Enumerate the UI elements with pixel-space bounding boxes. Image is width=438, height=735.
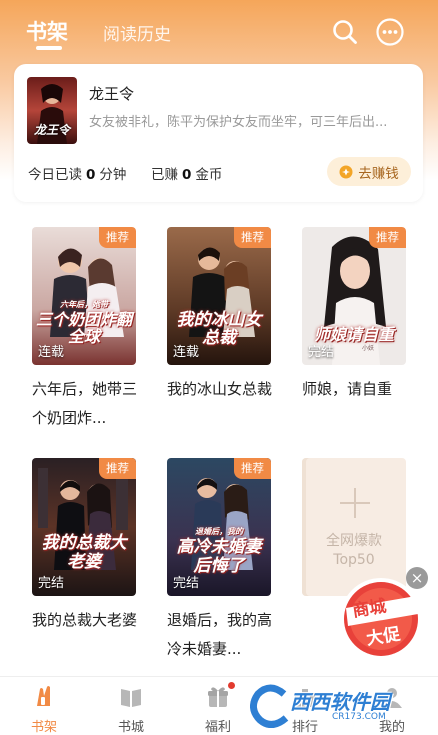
plus-icon — [340, 488, 370, 518]
book-cover-author: 小妖 — [362, 345, 375, 352]
book-cover-title: 三个奶团炸翻全球 — [36, 310, 133, 346]
tab-bookshelf[interactable]: 书架 — [26, 16, 68, 46]
today-read-stat: 今日已读 0 分钟 — [28, 163, 126, 183]
coin-icon — [339, 165, 353, 178]
nav-item-welfare[interactable]: 福利 — [188, 677, 248, 735]
earned-coins: 0 — [182, 167, 192, 183]
top50-sublabel: Top50 — [333, 552, 375, 568]
book-cover-title: 高冷未婚妻后悔了 — [176, 537, 262, 576]
nav-item-bookstore[interactable]: 书城 — [101, 677, 161, 735]
current-book-cover[interactable]: 龙王令 — [27, 77, 77, 144]
watermark-text: 西西软件园 — [290, 690, 390, 714]
watermark-url: CR173.COM — [332, 712, 386, 722]
promo-line2: 大促 — [365, 624, 402, 650]
gift-icon — [208, 687, 228, 707]
earned-unit: 金币 — [195, 167, 223, 183]
book-cover-subtitle: 退婚后，我的 — [195, 527, 243, 536]
nav-label: 福利 — [204, 720, 231, 735]
bookshelf-icon — [37, 686, 50, 706]
watermark: 西西软件园 CR173.COM — [250, 684, 436, 732]
recommend-badge: 推荐 — [234, 458, 271, 479]
book-title: 我的冰山女总裁 — [167, 380, 273, 398]
active-tab-indicator — [36, 46, 62, 50]
recommend-badge: 推荐 — [234, 227, 271, 248]
serial-status-label: 完结 — [38, 576, 65, 591]
promo-line1: 商城 — [351, 596, 388, 622]
serial-status-label: 完结 — [308, 345, 335, 360]
book-title: 我的总裁大老婆 — [32, 611, 138, 629]
more-options-icon[interactable] — [376, 18, 404, 46]
recommend-badge: 推荐 — [99, 227, 136, 248]
book-cover-title: 我的总裁大老婆 — [41, 533, 127, 572]
today-read-label: 今日已读 — [28, 167, 82, 183]
earn-money-button[interactable]: 去赚钱 — [327, 157, 411, 186]
current-book-cover-title: 龙王令 — [33, 123, 70, 137]
book-icon — [121, 689, 141, 707]
continue-reading-card[interactable]: 龙王令 龙王令 女友被非礼，陈平为保护女友而坐牢，可三年后出... 今日已读 0 分… — [14, 64, 423, 202]
today-read-minutes: 0 — [86, 167, 96, 183]
current-book-description: 女友被非礼，陈平为保护女友而坐牢，可三年后出... — [89, 115, 388, 130]
book-title: 退婚后，我的高冷未婚妻... — [167, 611, 273, 658]
book-cover[interactable]: 师娘请自重 小妖 推荐 完结 — [302, 227, 406, 365]
nav-label: 书架 — [30, 720, 57, 735]
book-cover[interactable]: 退婚后，我的 高冷未婚妻后悔了 推荐 完结 — [167, 458, 271, 596]
today-read-unit: 分钟 — [99, 167, 127, 183]
close-icon[interactable]: × — [406, 567, 428, 589]
book-title: 师娘，请自重 — [302, 380, 393, 398]
recommend-badge: 推荐 — [369, 227, 406, 248]
nav-label: 书城 — [117, 720, 144, 735]
notification-dot — [228, 682, 235, 689]
book-cover-subtitle: 六年后，她带 — [60, 300, 108, 309]
watermark-logo-icon — [250, 684, 289, 728]
tab-reading-history[interactable]: 阅读历史 — [103, 20, 171, 45]
current-book-title: 龙王令 — [89, 85, 135, 103]
earned-label: 已赚 — [151, 167, 178, 183]
serial-status-label: 完结 — [173, 576, 200, 591]
nav-item-bookshelf[interactable]: 书架 — [14, 677, 74, 735]
search-icon[interactable] — [331, 18, 359, 46]
earn-money-label: 去赚钱 — [358, 165, 399, 182]
promo-badge-graphic — [340, 578, 422, 660]
recommend-badge: 推荐 — [99, 458, 136, 479]
serial-status-label: 连载 — [38, 345, 65, 360]
book-cover[interactable]: 六年后，她带 三个奶团炸翻全球 推荐 连载 — [32, 227, 136, 365]
header: 书架 阅读历史 — [0, 0, 438, 62]
book-cover[interactable]: 我的冰山女总裁 推荐 连载 — [167, 227, 271, 365]
serial-status-label: 连载 — [173, 345, 200, 360]
book-title: 六年后，她带三个奶团炸... — [32, 380, 138, 427]
top50-label: 全网爆款 — [326, 533, 382, 549]
mall-promo-badge[interactable]: 商城 大促 — [338, 576, 424, 662]
earned-coins-stat: 已赚 0 金币 — [151, 163, 222, 183]
book-cover[interactable]: 我的总裁大老婆 推荐 完结 — [32, 458, 136, 596]
